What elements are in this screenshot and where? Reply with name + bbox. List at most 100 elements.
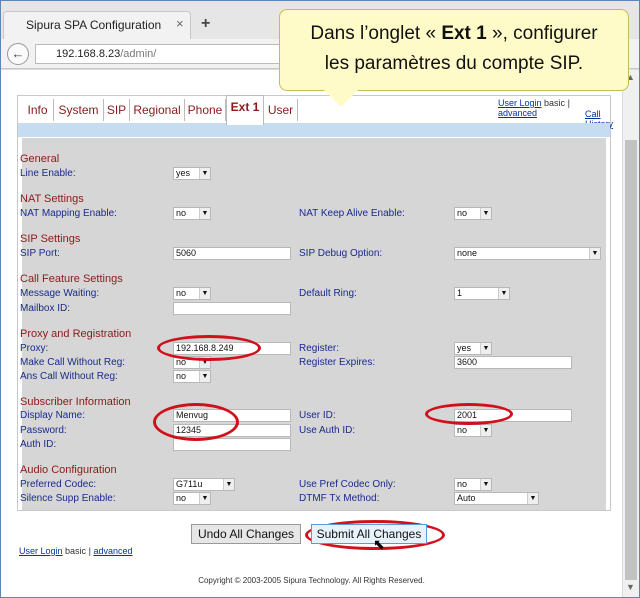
msg-waiting-label: Message Waiting:	[20, 288, 100, 299]
chevron-down-icon: ▼	[199, 371, 210, 382]
url-host: 192.168.8.23	[56, 48, 121, 60]
nat-keepalive-label: NAT Keep Alive Enable:	[299, 208, 405, 219]
use-auth-select[interactable]: no ▼	[454, 424, 492, 437]
use-pref-select[interactable]: no ▼	[454, 478, 492, 491]
chevron-down-icon: ▼	[223, 479, 234, 490]
sip-port-input[interactable]: 5060	[173, 247, 291, 260]
user-id-highlight	[425, 403, 513, 425]
dtmf-select[interactable]: Auto ▼	[454, 492, 539, 505]
panel-header-bar	[18, 123, 610, 137]
password-label: Password:	[20, 425, 67, 436]
user-login-link[interactable]: User Login	[498, 98, 542, 108]
use-auth-value: no	[457, 425, 468, 435]
chevron-down-icon: ▼	[480, 208, 491, 219]
footer-advanced-link[interactable]: advanced	[93, 546, 132, 556]
default-ring-label: Default Ring:	[299, 288, 357, 299]
section-sip: SIP Settings	[20, 233, 81, 245]
address-bar[interactable]: 192.168.8.23/admin/	[35, 44, 295, 64]
new-tab-button[interactable]: +	[201, 15, 210, 33]
ans-call-select[interactable]: no ▼	[173, 370, 211, 383]
callout-line1-post: », configurer	[486, 23, 598, 44]
tab-sip[interactable]: SIP	[104, 99, 130, 121]
chevron-down-icon: ▼	[480, 343, 491, 354]
user-id-label: User ID:	[299, 410, 336, 421]
callout-line1: Dans l’onglet « Ext 1 », configurer	[280, 19, 628, 49]
register-label: Register:	[299, 343, 340, 354]
section-audio: Audio Configuration	[20, 464, 117, 476]
browser-tab[interactable]: Sipura SPA Configuration ×	[3, 11, 191, 39]
reg-expires-label: Register Expires:	[299, 357, 376, 368]
callout-line2: les paramètres du compte SIP.	[324, 53, 584, 74]
sip-debug-label: SIP Debug Option:	[299, 248, 383, 259]
chevron-down-icon: ▼	[498, 288, 509, 299]
footer-user-login-link[interactable]: User Login	[19, 546, 63, 556]
pref-codec-value: G711u	[176, 479, 203, 489]
msg-waiting-select[interactable]: no ▼	[173, 287, 211, 300]
silence-select[interactable]: no ▼	[173, 492, 211, 505]
register-value: yes	[457, 343, 472, 353]
auth-id-label: Auth ID:	[20, 439, 57, 450]
tab-user[interactable]: User	[264, 99, 298, 121]
tab-ext1[interactable]: Ext 1	[226, 95, 264, 125]
line-enable-label: Line Enable:	[20, 168, 76, 179]
register-select[interactable]: yes ▼	[454, 342, 492, 355]
copyright: Copyright © 2003-2005 Sipura Technology.…	[198, 576, 425, 585]
sip-debug-value: none	[457, 248, 478, 258]
silence-label: Silence Supp Enable:	[20, 493, 116, 504]
make-call-label: Make Call Without Reg:	[20, 357, 126, 368]
line-enable-value: yes	[176, 168, 191, 178]
config-panel: Info System SIP Regional Phone Ext 1 Use…	[17, 95, 613, 511]
tab-system[interactable]: System	[54, 99, 104, 121]
section-nat: NAT Settings	[20, 193, 84, 205]
settings-area	[22, 138, 606, 510]
footer-basic-label: basic	[65, 546, 87, 556]
browser-tab-title: Sipura SPA Configuration	[26, 18, 162, 32]
mouse-cursor-icon: ⬉	[373, 536, 385, 552]
chevron-down-icon: ▼	[199, 288, 210, 299]
default-ring-value: 1	[457, 288, 463, 298]
scrollbar-thumb[interactable]	[625, 140, 637, 580]
pref-codec-label: Preferred Codec:	[20, 479, 97, 490]
sip-debug-select[interactable]: none ▼	[454, 247, 601, 260]
mailbox-input[interactable]	[173, 302, 291, 315]
display-name-label: Display Name:	[20, 410, 86, 421]
pref-codec-select[interactable]: G711u ▼	[173, 478, 235, 491]
separator: |	[567, 98, 570, 108]
credentials-highlight	[153, 403, 239, 441]
tab-phone[interactable]: Phone	[185, 99, 226, 121]
line-enable-select[interactable]: yes ▼	[173, 167, 211, 180]
section-subscriber: Subscriber Information	[20, 396, 131, 408]
tab-regional[interactable]: Regional	[130, 99, 185, 121]
basic-label: basic	[544, 98, 566, 108]
default-ring-select[interactable]: 1 ▼	[454, 287, 510, 300]
back-button[interactable]: ←	[7, 43, 29, 65]
callout-line1-bold: Ext 1	[441, 23, 487, 44]
chevron-down-icon: ▼	[199, 493, 210, 504]
advanced-link[interactable]: advanced	[498, 108, 537, 118]
section-call-feature: Call Feature Settings	[20, 273, 123, 285]
browser-window: Sipura SPA Configuration × + ← ◉ 192.168…	[0, 0, 640, 598]
chevron-down-icon: ▼	[589, 248, 600, 259]
footer-separator: |	[88, 546, 91, 556]
proxy-highlight	[157, 335, 261, 361]
undo-button[interactable]: Undo All Changes	[191, 524, 301, 544]
dtmf-label: DTMF Tx Method:	[299, 493, 380, 504]
dtmf-value: Auto	[457, 493, 476, 503]
reg-expires-input[interactable]: 3600	[454, 356, 572, 369]
section-general: General	[20, 153, 60, 165]
scrollbar[interactable]: ▲ ▼	[622, 70, 639, 597]
callout-line1-pre: Dans l’onglet «	[310, 23, 442, 44]
chevron-down-icon: ▼	[480, 479, 491, 490]
chevron-down-icon: ▼	[480, 425, 491, 436]
close-tab-icon[interactable]: ×	[176, 16, 184, 31]
tab-info[interactable]: Info	[22, 99, 54, 121]
use-pref-value: no	[457, 479, 468, 489]
scroll-down-icon[interactable]: ▼	[626, 582, 635, 592]
callout-tail	[323, 89, 359, 107]
use-pref-label: Use Pref Codec Only:	[299, 479, 396, 490]
chevron-down-icon: ▼	[199, 168, 210, 179]
submit-button[interactable]: Submit All Changes	[311, 524, 427, 544]
nat-mapping-select[interactable]: no ▼	[173, 207, 211, 220]
nat-keepalive-select[interactable]: no ▼	[454, 207, 492, 220]
nat-mapping-label: NAT Mapping Enable:	[20, 208, 117, 219]
